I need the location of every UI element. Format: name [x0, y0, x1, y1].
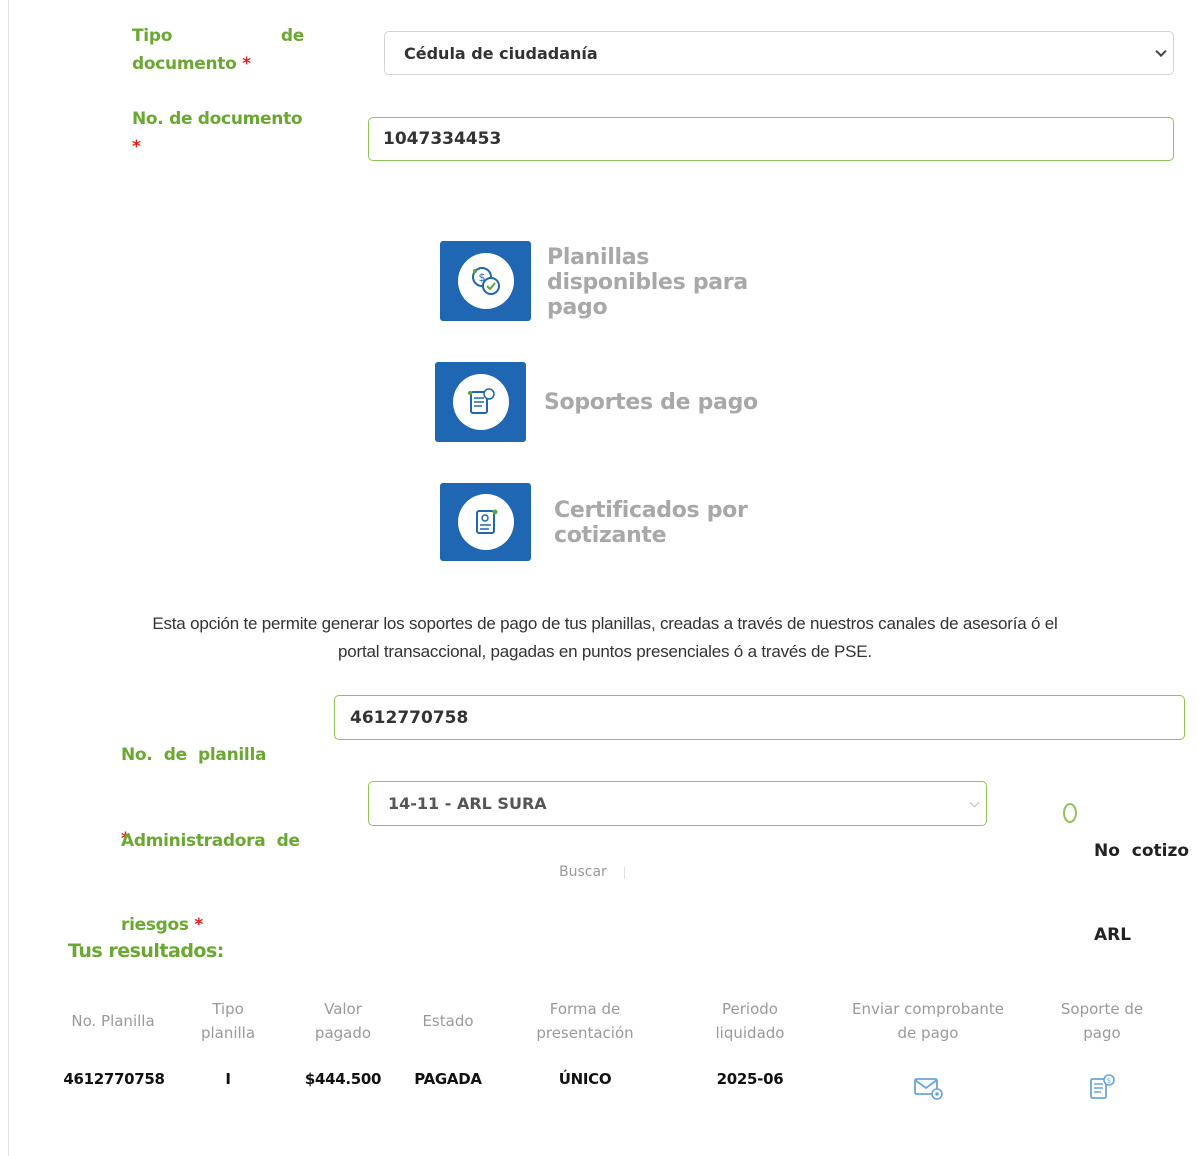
payment-receipt-icon[interactable]: $ — [1088, 1072, 1118, 1102]
chevron-down-icon — [969, 797, 980, 808]
header-no-planilla: No. Planilla — [71, 1012, 155, 1030]
cell-forma: ÚNICO — [558, 1070, 612, 1088]
cell-valor: $444.500 — [304, 1070, 382, 1088]
certificate-icon — [475, 509, 497, 534]
soportes-pago-tile[interactable] — [435, 362, 526, 442]
header-periodo-liquidado: Periodo liquidado — [715, 1000, 785, 1042]
header-tipo-planilla: Tipo planilla — [200, 1000, 256, 1042]
divider — [624, 867, 625, 879]
header-valor-pagado: Valor pagado — [314, 1000, 372, 1042]
planilla-input[interactable]: 4612770758 — [334, 695, 1185, 740]
planillas-disponibles-tile[interactable]: $ — [440, 241, 531, 321]
payment-receipt-icon — [467, 388, 495, 414]
header-forma-presentacion: Forma de presentación — [536, 1000, 634, 1042]
page-border — [8, 0, 9, 1156]
cell-periodo: 2025-06 — [716, 1070, 784, 1088]
cell-planilla: 4612770758 — [63, 1070, 165, 1088]
arl-label: Administradora de riesgos * — [121, 831, 300, 935]
doc-type-value: Cédula de ciudadanía — [404, 43, 598, 63]
no-arl-radio[interactable] — [1063, 803, 1077, 823]
header-enviar-comprobante: Enviar comprobante de pago — [851, 1000, 1005, 1042]
cell-tipo: I — [225, 1070, 231, 1088]
description-text: Esta opción te permite generar los sopor… — [152, 614, 1058, 661]
arl-select[interactable]: 14-11 - ARL SURA — [368, 781, 987, 826]
cell-estado: PAGADA — [414, 1070, 482, 1088]
chevron-down-icon — [1155, 45, 1167, 58]
doc-number-label: No. de documento * — [132, 109, 303, 157]
certificados-label[interactable]: Certificados por cotizante — [554, 498, 748, 548]
doc-type-select[interactable]: Cédula de ciudadanía — [384, 31, 1174, 75]
certificados-tile[interactable] — [440, 483, 531, 561]
buscar-button[interactable]: Buscar — [559, 864, 607, 880]
header-estado: Estado — [422, 1012, 474, 1030]
soportes-pago-label[interactable]: Soportes de pago — [544, 390, 758, 415]
doc-type-label: Tipo de documento * — [132, 26, 304, 74]
doc-number-input[interactable]: 1047334453 — [368, 117, 1174, 161]
coins-check-icon: $ — [471, 267, 500, 295]
svg-text:$: $ — [1107, 1077, 1111, 1085]
results-title: Tus resultados: — [68, 940, 224, 962]
send-email-icon[interactable] — [913, 1075, 945, 1101]
header-soporte-pago: Soporte de pago — [1060, 1000, 1144, 1042]
planillas-disponibles-label[interactable]: Planillas disponibles para pago — [547, 245, 748, 320]
no-arl-label: No cotizo ARL — [1094, 841, 1190, 945]
